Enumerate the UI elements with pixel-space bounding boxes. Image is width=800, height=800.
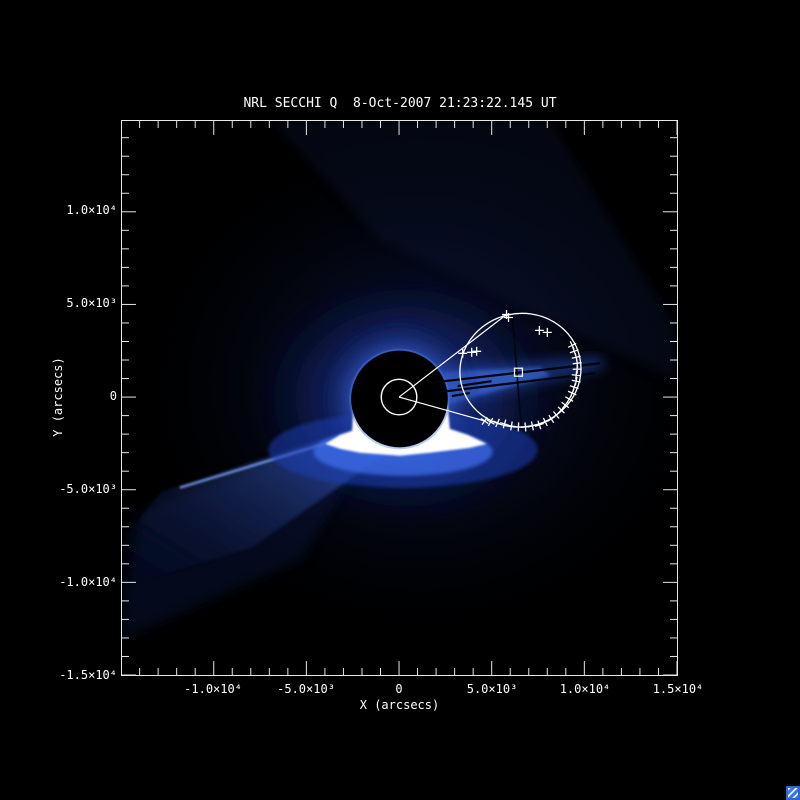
x-tick-label: 5.0×10³: [467, 682, 518, 696]
x-tick-label: -1.0×10⁴: [184, 682, 242, 696]
screenshot-root: NRL SECCHI Q 8-Oct-2007 21:23:22.145 UT: [0, 0, 800, 800]
orbit-time-tick-marker: [472, 347, 481, 356]
x-tick-label: 0: [395, 682, 402, 696]
y-tick-label: -1.5×10⁴: [59, 668, 117, 682]
orbit-time-tick-marker: [543, 328, 552, 337]
dark-vertical-line: [511, 306, 521, 428]
orbit-time-tick-marker: [506, 421, 516, 431]
orbit-time-tick-marker: [467, 348, 476, 357]
plot-area: [121, 120, 678, 676]
y-tick-label: 0: [110, 389, 117, 403]
y-tick-label: -1.0×10⁴: [59, 575, 117, 589]
corner-grip-icon[interactable]: [786, 786, 800, 800]
y-tick-label: 1.0×10⁴: [66, 203, 117, 217]
x-tick-label: 1.5×10⁴: [653, 682, 704, 696]
orbit-overlay: [122, 121, 677, 675]
image-artifact-line: [452, 393, 470, 396]
x-tick-label: -5.0×10³: [277, 682, 335, 696]
plot-title: NRL SECCHI Q 8-Oct-2007 21:23:22.145 UT: [0, 96, 800, 111]
orbit-time-tick-marker: [539, 416, 551, 428]
orbit-time-tick-marker: [535, 326, 544, 335]
sun-radial-line: [399, 314, 506, 397]
x-tick-label: 1.0×10⁴: [560, 682, 611, 696]
y-tick-label: -5.0×10³: [59, 482, 117, 496]
y-tick-label: 5.0×10³: [66, 296, 117, 310]
y-axis-label: Y (arcsecs): [51, 357, 65, 436]
x-axis-label: X (arcsecs): [121, 698, 678, 712]
